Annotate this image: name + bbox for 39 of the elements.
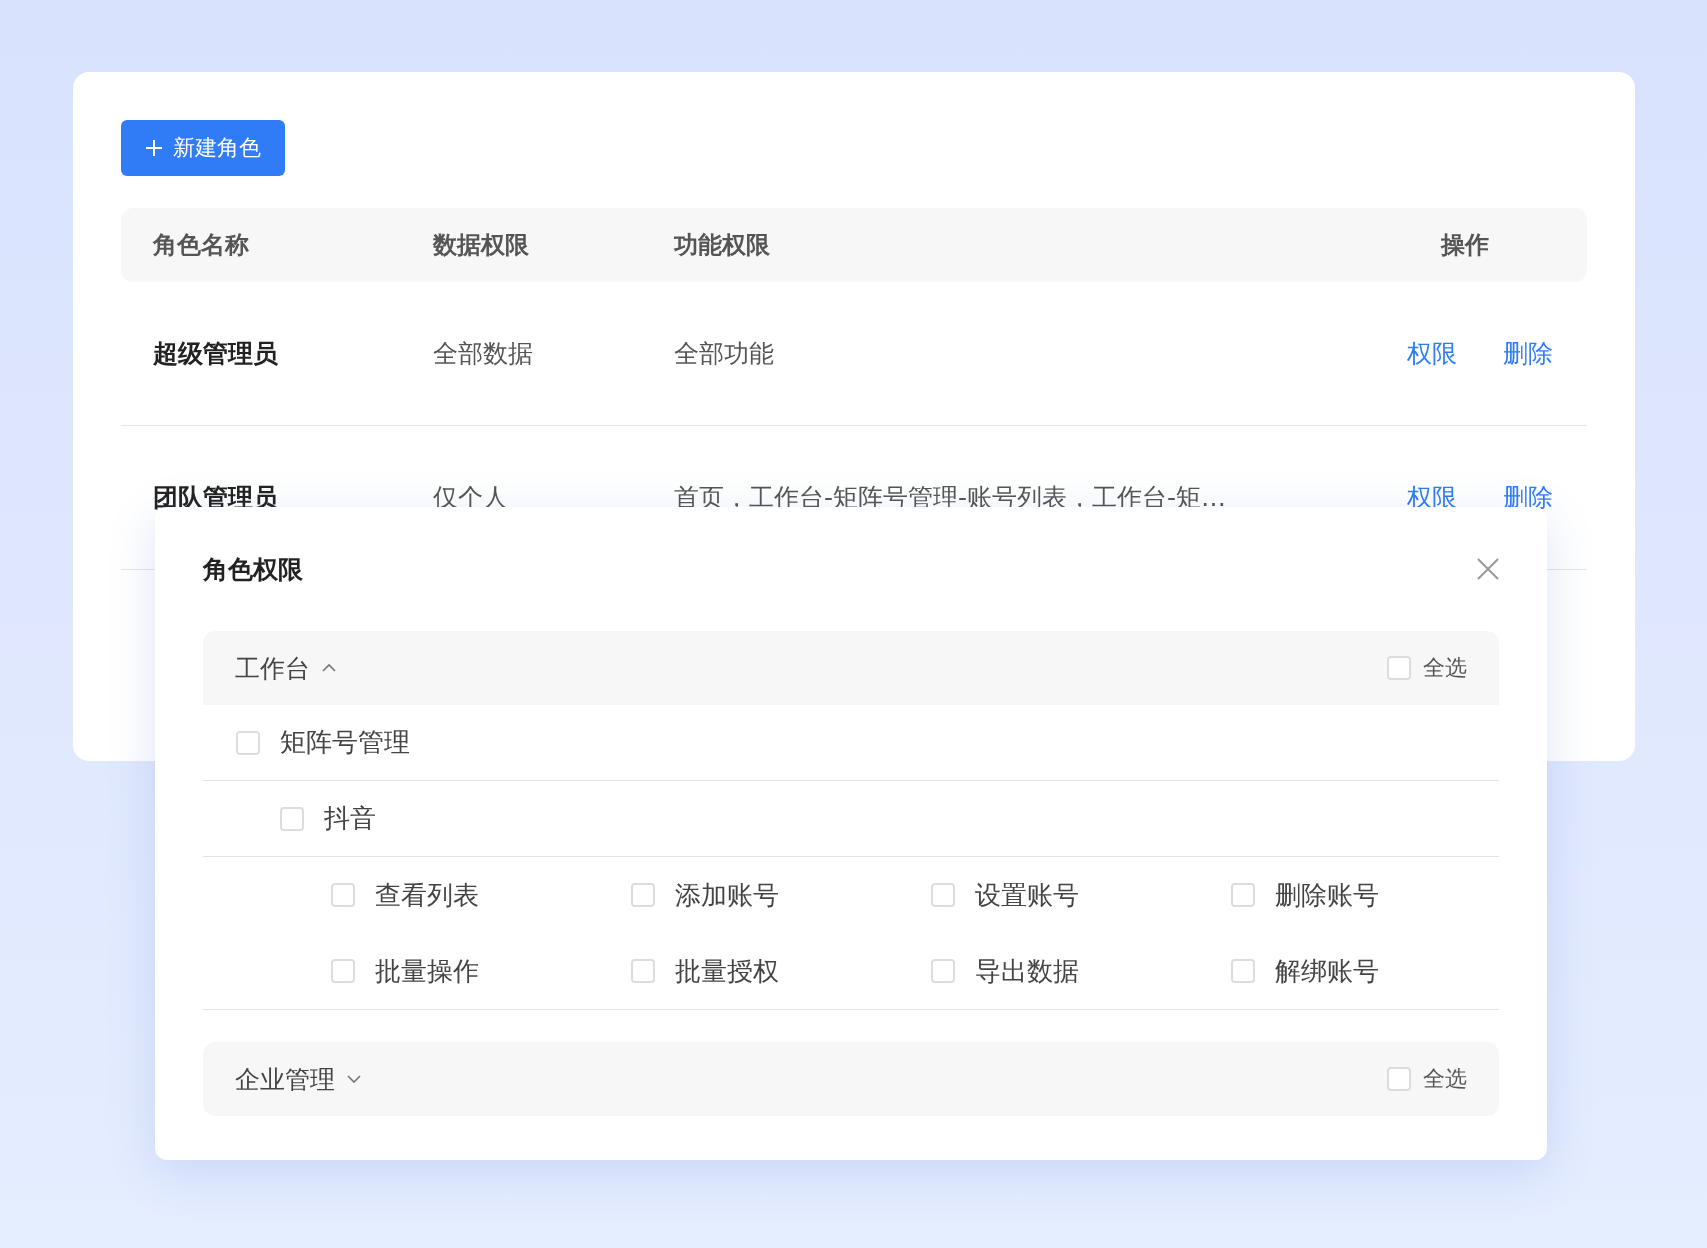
dialog-title: 角色权限 [203, 553, 303, 586]
permission-label: 批量操作 [375, 954, 479, 988]
checkbox[interactable] [931, 883, 955, 907]
close-icon[interactable] [1477, 558, 1499, 580]
permission-label: 查看列表 [375, 878, 479, 912]
new-role-button[interactable]: 新建角色 [121, 120, 285, 176]
select-all-label: 全选 [1423, 654, 1467, 682]
section-toggle[interactable]: 企业管理 [235, 1062, 361, 1096]
table-cell-text: 超级管理员 [153, 338, 279, 370]
table-cell-text: 全部数据 [433, 338, 534, 370]
checkbox[interactable] [1387, 1067, 1411, 1091]
permission-label: 解绑账号 [1275, 954, 1379, 988]
checkbox[interactable] [236, 730, 260, 755]
checkbox[interactable] [631, 959, 655, 983]
checkbox[interactable] [631, 883, 655, 907]
select-all-label: 全选 [1423, 1065, 1467, 1093]
column-header: 操作 [1441, 230, 1490, 261]
column-header: 数据权限 [433, 230, 530, 261]
permission-label: 矩阵号管理 [280, 726, 410, 759]
permission-label: 抖音 [324, 802, 376, 835]
checkbox[interactable] [1231, 883, 1255, 907]
checkbox[interactable] [331, 959, 355, 983]
permission-label: 导出数据 [975, 954, 1079, 988]
checkbox[interactable] [931, 959, 955, 983]
table-cell-text: 全部功能 [674, 338, 775, 370]
permission-label: 添加账号 [675, 878, 779, 912]
plus-icon [145, 139, 163, 157]
permission-label: 设置账号 [975, 878, 1079, 912]
checkbox[interactable] [1387, 656, 1411, 680]
checkbox[interactable] [280, 806, 304, 831]
checkbox[interactable] [1231, 959, 1255, 983]
column-header: 功能权限 [674, 230, 771, 261]
permission-label: 删除账号 [1275, 878, 1379, 912]
action-link[interactable]: 权限 [1407, 337, 1457, 370]
section-toggle[interactable]: 工作台 [235, 651, 336, 685]
column-header: 角色名称 [153, 230, 250, 261]
action-link[interactable]: 删除 [1503, 337, 1553, 370]
checkbox[interactable] [331, 883, 355, 907]
permission-label: 批量授权 [675, 954, 779, 988]
